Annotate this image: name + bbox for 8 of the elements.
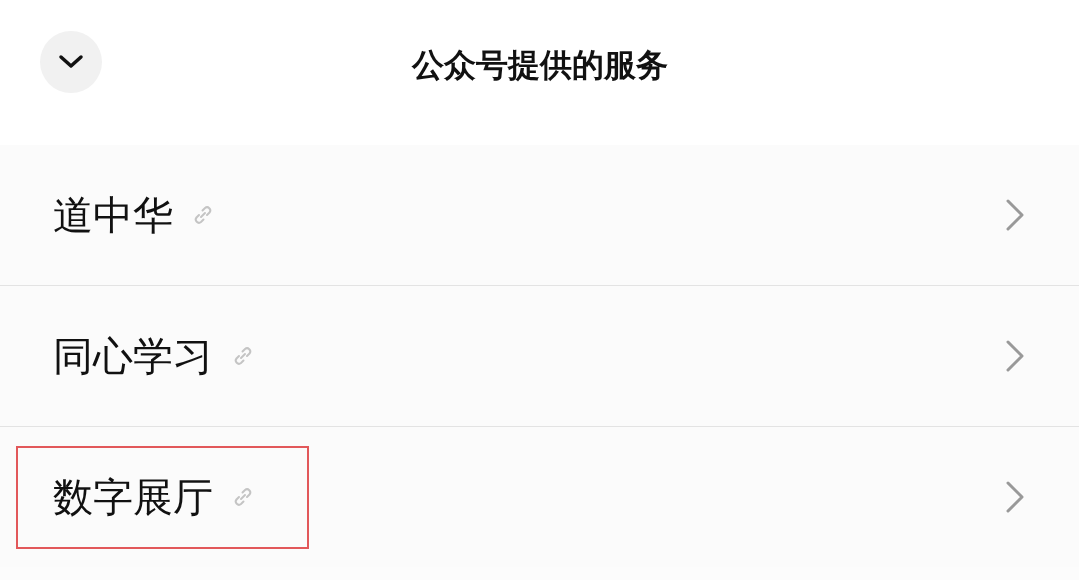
chevron-down-icon — [58, 54, 84, 70]
service-name: 道中华 — [53, 190, 173, 240]
page-title: 公众号提供的服务 — [411, 45, 668, 86]
chevron-right-icon — [1005, 339, 1025, 373]
service-name: 数字展厅 — [53, 472, 213, 522]
chevron-right-icon — [1005, 198, 1025, 232]
chevron-right-icon — [1005, 480, 1025, 514]
service-name: 同心学习 — [53, 331, 213, 381]
